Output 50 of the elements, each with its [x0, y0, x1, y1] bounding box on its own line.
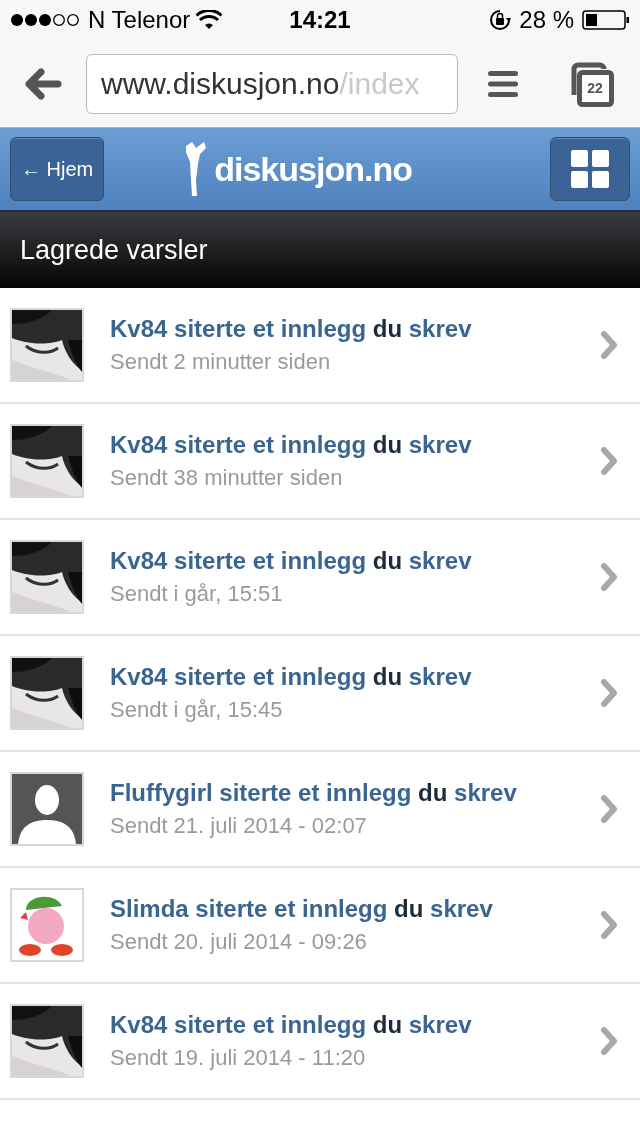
post-link[interactable]: skrev	[454, 779, 517, 806]
post-link[interactable]: skrev	[408, 1011, 472, 1038]
author-link[interactable]: Fluffygirl siterte et innlegg	[110, 779, 412, 806]
alert-time: Sendt 19. juli 2014 - 11:20	[110, 1045, 367, 1071]
home-button[interactable]: ← Hjem	[10, 137, 105, 201]
chevron-right-icon[interactable]	[600, 795, 618, 823]
post-link[interactable]: skrev	[430, 895, 493, 922]
author-link[interactable]: Kv84 siterte et innlegg	[110, 315, 367, 342]
battery-percent: 28 %	[519, 6, 574, 34]
chevron-right-icon[interactable]	[600, 1027, 618, 1055]
alert-time: Sendt 20. juli 2014 - 09:26	[110, 929, 368, 955]
clock-time: 14:21	[289, 6, 351, 34]
chevron-right-icon[interactable]	[600, 331, 618, 359]
post-link[interactable]: skrev	[408, 431, 472, 458]
post-link[interactable]: skrev	[408, 547, 472, 574]
alert-title: Slimda siterte et innlegg du skrev	[110, 895, 494, 923]
alert-title: Fluffygirl siterte et innlegg du skrev	[110, 779, 518, 807]
alert-time: Sendt 38 minutter siden	[110, 465, 344, 491]
site-logo[interactable]: diskusjon.no	[214, 149, 412, 189]
chevron-right-icon[interactable]	[600, 911, 618, 939]
carrier-name: N Telenor	[88, 6, 191, 34]
menu-icon[interactable]	[488, 70, 518, 97]
back-arrow-icon[interactable]	[24, 67, 62, 100]
alert-title: Kv84 siterte et innlegg du skrev	[110, 431, 473, 459]
rotation-lock-icon	[489, 9, 512, 31]
author-link[interactable]: Kv84 siterte et innlegg	[110, 547, 367, 574]
alert-time: Sendt 21. juli 2014 - 02:07	[110, 813, 368, 839]
battery-icon	[582, 10, 630, 30]
chevron-right-icon[interactable]	[600, 679, 618, 707]
alert-time: Sendt i går, 15:51	[110, 581, 284, 607]
author-link[interactable]: Kv84 siterte et innlegg	[110, 431, 367, 458]
alert-title: Kv84 siterte et innlegg du skrev	[110, 315, 473, 343]
alert-title: Kv84 siterte et innlegg du skrev	[110, 547, 473, 575]
alert-time: Sendt 2 minutter siden	[110, 349, 332, 375]
signal-icon	[10, 13, 82, 27]
alert-title: Kv84 siterte et innlegg du skrev	[110, 1011, 473, 1039]
grid-icon	[571, 150, 609, 188]
page-title: Lagrede varsler	[20, 234, 208, 266]
alert-time: Sendt i går, 15:45	[110, 697, 284, 723]
grid-menu-button[interactable]	[550, 137, 630, 201]
chevron-right-icon[interactable]	[600, 563, 618, 591]
author-link[interactable]: Kv84 siterte et innlegg	[110, 663, 367, 690]
avatar-silhouette-icon	[12, 774, 82, 844]
post-link[interactable]: skrev	[408, 663, 472, 690]
post-link[interactable]: skrev	[408, 315, 472, 342]
wifi-icon	[196, 10, 223, 30]
author-link[interactable]: Slimda siterte et innlegg	[110, 895, 388, 922]
author-link[interactable]: Kv84 siterte et innlegg	[110, 1011, 367, 1038]
chevron-right-icon[interactable]	[600, 447, 618, 475]
alert-title: Kv84 siterte et innlegg du skrev	[110, 663, 473, 691]
